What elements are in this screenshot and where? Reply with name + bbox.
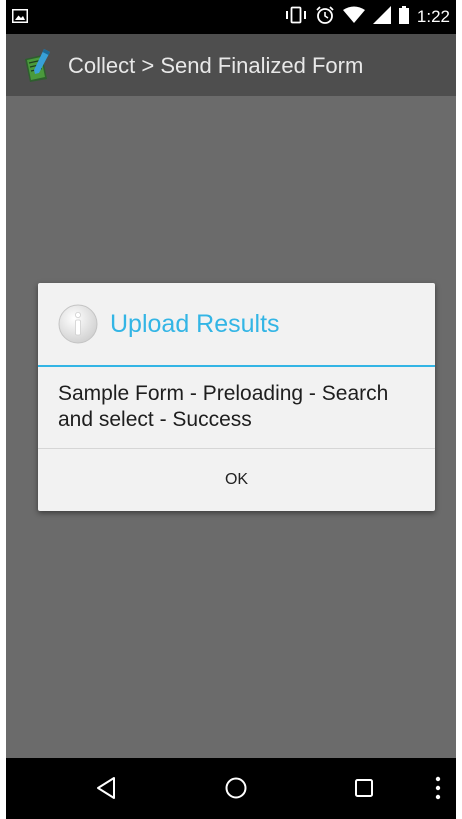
status-bar: 1:22 xyxy=(6,0,456,34)
status-time: 1:22 xyxy=(416,7,450,26)
back-icon[interactable] xyxy=(94,776,118,804)
image-notification-icon xyxy=(12,8,28,27)
info-icon xyxy=(58,304,98,348)
clipboard-pen-icon[interactable] xyxy=(20,47,56,87)
battery-icon xyxy=(398,6,409,28)
dialog-message: Sample Form - Preloading - Search and se… xyxy=(58,382,389,431)
alarm-icon xyxy=(315,5,335,29)
ok-button[interactable]: OK xyxy=(38,449,435,511)
vibrate-icon xyxy=(285,6,307,28)
dialog-title: Upload Results xyxy=(110,310,280,338)
overflow-menu-icon[interactable] xyxy=(434,776,442,804)
action-bar: Collect > Send Finalized Form xyxy=(6,34,456,96)
dialog-header: Upload Results xyxy=(38,283,435,367)
navigation-bar xyxy=(6,758,456,819)
recents-icon[interactable] xyxy=(352,776,376,804)
phone-screen: 1:22 Collect > Send Finalized Form Uploa… xyxy=(6,0,456,819)
app-title: Collect > Send Finalized Form xyxy=(68,53,364,78)
signal-icon xyxy=(372,6,391,28)
status-icons: 1:22 xyxy=(285,6,450,28)
upload-results-dialog: Upload Results Sample Form - Preloading … xyxy=(38,283,435,511)
wifi-icon xyxy=(342,6,365,28)
home-icon[interactable] xyxy=(224,776,248,804)
